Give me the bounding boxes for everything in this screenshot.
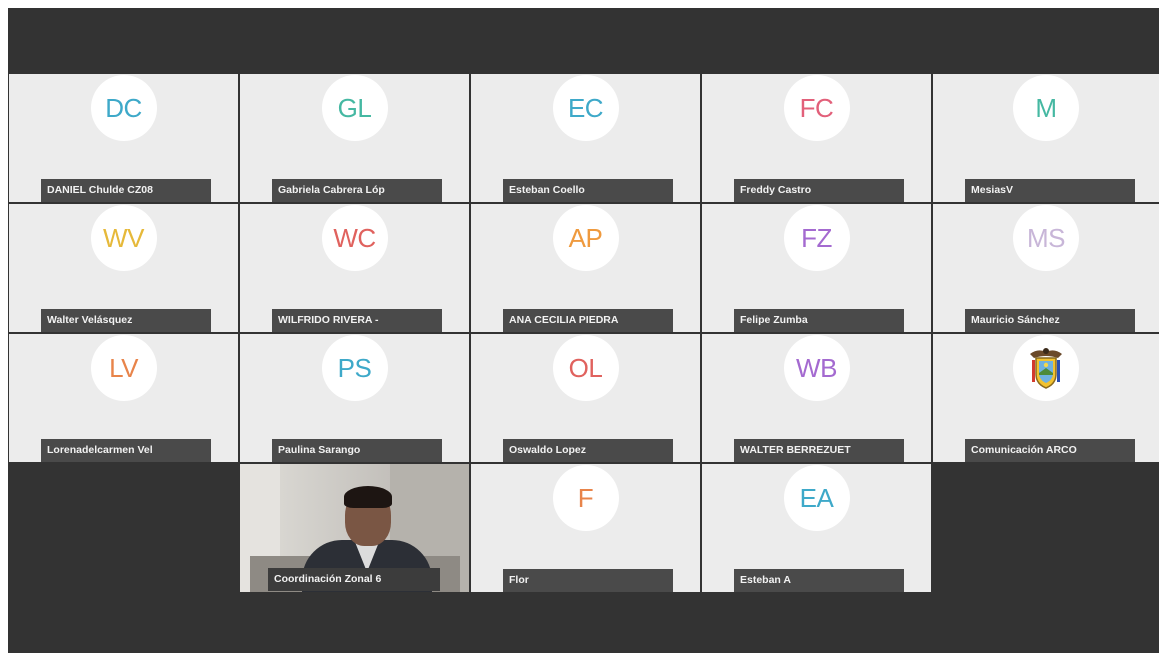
participant-name: Freddy Castro (734, 179, 904, 202)
avatar: EA (783, 465, 850, 531)
participant-name: Esteban A (734, 569, 904, 592)
avatar: M (1013, 75, 1079, 141)
participant-tile[interactable]: WB WALTER BERREZUET (702, 334, 931, 462)
participant-name: Flor (503, 569, 673, 592)
coat-of-arms-icon (1030, 348, 1062, 389)
avatar: PS (321, 335, 388, 401)
ecuador-coat-of-arms-icon (1013, 335, 1079, 401)
avatar: DC (90, 75, 157, 141)
avatar: F (552, 465, 619, 531)
participant-name: Gabriela Cabrera Lóp (272, 179, 442, 202)
participant-tile[interactable]: MS Mauricio Sánchez (933, 204, 1159, 332)
participant-tile[interactable]: OL Oswaldo Lopez (471, 334, 700, 462)
participant-tile[interactable]: EC Esteban Coello (471, 74, 700, 202)
participant-tile[interactable]: DC DANIEL Chulde CZ08 (9, 74, 238, 202)
participant-name: WILFRIDO RIVERA - (272, 309, 442, 332)
avatar: GL (321, 75, 388, 141)
avatar: LV (90, 335, 157, 401)
participant-name: Mauricio Sánchez (965, 309, 1135, 332)
participant-grid: DC DANIEL Chulde CZ08 GL Gabriela Cabrer… (8, 8, 1159, 653)
video-call-window: DC DANIEL Chulde CZ08 GL Gabriela Cabrer… (8, 8, 1159, 653)
avatar: FC (783, 75, 850, 141)
participant-tile[interactable]: LV Lorenadelcarmen Vel (9, 334, 238, 462)
participant-name: Comunicación ARCO (965, 439, 1135, 462)
avatar: FZ (783, 205, 850, 271)
participant-tile[interactable]: WV Walter Velásquez (9, 204, 238, 332)
participant-tile[interactable]: EA Esteban A (702, 464, 931, 592)
avatar: EC (552, 75, 619, 141)
participant-name: Walter Velásquez (41, 309, 211, 332)
participant-tile[interactable]: PS Paulina Sarango (240, 334, 469, 462)
participant-name: DANIEL Chulde CZ08 (41, 179, 211, 202)
participant-name: Coordinación Zonal 6 (268, 568, 440, 591)
avatar: AP (552, 205, 619, 271)
participant-name: Lorenadelcarmen Vel (41, 439, 211, 462)
avatar: MS (1013, 205, 1079, 271)
participant-name: ANA CECILIA PIEDRA (503, 309, 673, 332)
avatar: WC (321, 205, 388, 271)
participant-tile[interactable]: FZ Felipe Zumba (702, 204, 931, 332)
participant-tile[interactable]: M MesiasV (933, 74, 1159, 202)
participant-tile[interactable]: F Flor (471, 464, 700, 592)
participant-name: Paulina Sarango (272, 439, 442, 462)
avatar: WB (783, 335, 850, 401)
participant-tile[interactable]: FC Freddy Castro (702, 74, 931, 202)
participant-tile[interactable]: AP ANA CECILIA PIEDRA (471, 204, 700, 332)
participant-tile[interactable]: Comunicación ARCO (933, 334, 1159, 462)
participant-tile[interactable]: GL Gabriela Cabrera Lóp (240, 74, 469, 202)
participant-video-tile[interactable]: Coordinación Zonal 6 (240, 464, 469, 592)
participant-name: MesiasV (965, 179, 1135, 202)
avatar: OL (552, 335, 619, 401)
participant-name: Esteban Coello (503, 179, 673, 202)
avatar: WV (90, 205, 157, 271)
participant-tile[interactable]: WC WILFRIDO RIVERA - (240, 204, 469, 332)
participant-name: WALTER BERREZUET (734, 439, 904, 462)
participant-name: Felipe Zumba (734, 309, 904, 332)
participant-name: Oswaldo Lopez (503, 439, 673, 462)
